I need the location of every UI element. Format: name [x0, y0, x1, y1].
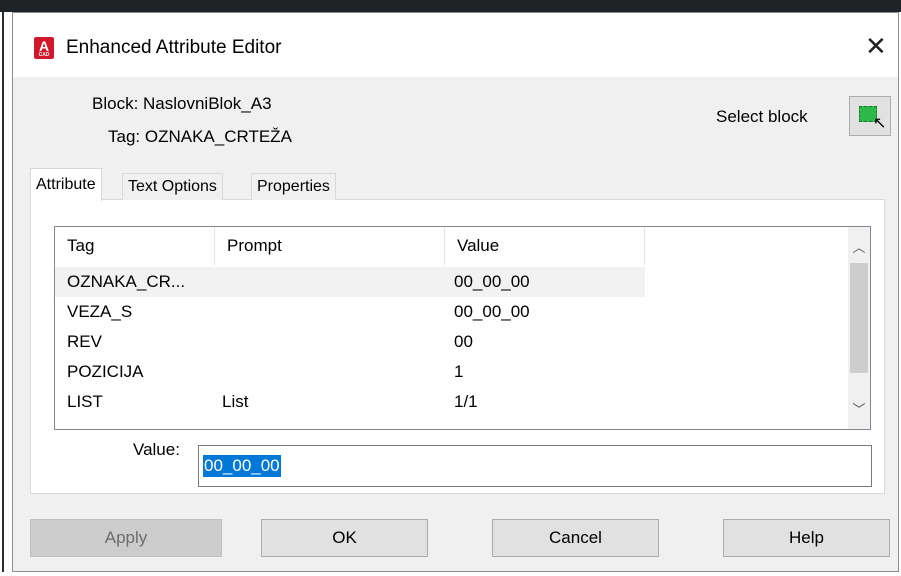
column-header-value[interactable]: Value [445, 227, 645, 265]
cancel-button[interactable]: Cancel [492, 519, 659, 557]
value-input-selected-text: 00_00_00 [203, 455, 281, 477]
select-block-label: Select block [716, 107, 808, 126]
scrollbar-thumb[interactable] [850, 263, 868, 373]
title-bar: A CAD Enhanced Attribute Editor ✕ [13, 13, 898, 77]
table-row[interactable]: REV 00 [55, 327, 645, 357]
apply-button[interactable]: Apply [30, 519, 222, 557]
scroll-up-icon[interactable]: ︿ [851, 237, 867, 256]
tab-text-options[interactable]: Text Options [122, 173, 223, 200]
autocad-app-icon: A CAD [34, 37, 54, 59]
cell-prompt: List [222, 392, 249, 411]
cell-value: 00_00_00 [454, 272, 530, 291]
attribute-list[interactable]: Tag Prompt Value OZNAKA_CR... 00_00_00 V… [54, 226, 871, 430]
background-drawing-line [2, 12, 4, 572]
column-header-tag[interactable]: Tag [55, 227, 215, 265]
cell-tag: OZNAKA_CR... [67, 272, 186, 291]
cell-tag: POZICIJA [67, 362, 144, 381]
tab-attribute[interactable]: Attribute [30, 168, 102, 201]
tab-properties[interactable]: Properties [251, 173, 336, 200]
table-row[interactable]: VEZA_S 00_00_00 [55, 297, 645, 327]
scroll-down-icon[interactable]: ﹀ [851, 399, 867, 418]
cell-tag: LIST [67, 392, 103, 411]
table-row[interactable]: POZICIJA 1 [55, 357, 645, 387]
column-header-prompt[interactable]: Prompt [215, 227, 445, 265]
cell-value: 00_00_00 [454, 302, 530, 321]
cursor-arrow-icon: ↖ [873, 115, 887, 132]
window-title: Enhanced Attribute Editor [66, 37, 282, 58]
close-icon[interactable]: ✕ [865, 33, 887, 59]
vertical-scrollbar[interactable]: ︿ ﹀ [848, 227, 870, 429]
value-input[interactable]: 00_00_00 [198, 445, 872, 487]
cell-value: 1/1 [454, 392, 478, 411]
background-drawing-area [0, 0, 901, 12]
app-icon-subtext: CAD [38, 52, 50, 58]
enhanced-attribute-editor-dialog: A CAD Enhanced Attribute Editor ✕ Block:… [12, 12, 899, 572]
cell-tag: VEZA_S [67, 302, 133, 321]
tag-name-label: Tag: OZNAKA_CRTEŽA [108, 127, 292, 146]
cell-tag: REV [67, 332, 102, 351]
table-row[interactable]: LIST List 1/1 [55, 387, 645, 417]
cell-value: 00 [454, 332, 473, 351]
select-block-button[interactable]: ↖ [849, 96, 891, 136]
ok-button[interactable]: OK [261, 519, 428, 557]
value-field-label: Value: [133, 440, 180, 459]
help-button[interactable]: Help [723, 519, 890, 557]
block-name-label: Block: NaslovniBlok_A3 [92, 94, 272, 113]
cell-value: 1 [454, 362, 464, 381]
table-row[interactable]: OZNAKA_CR... 00_00_00 [55, 267, 645, 297]
